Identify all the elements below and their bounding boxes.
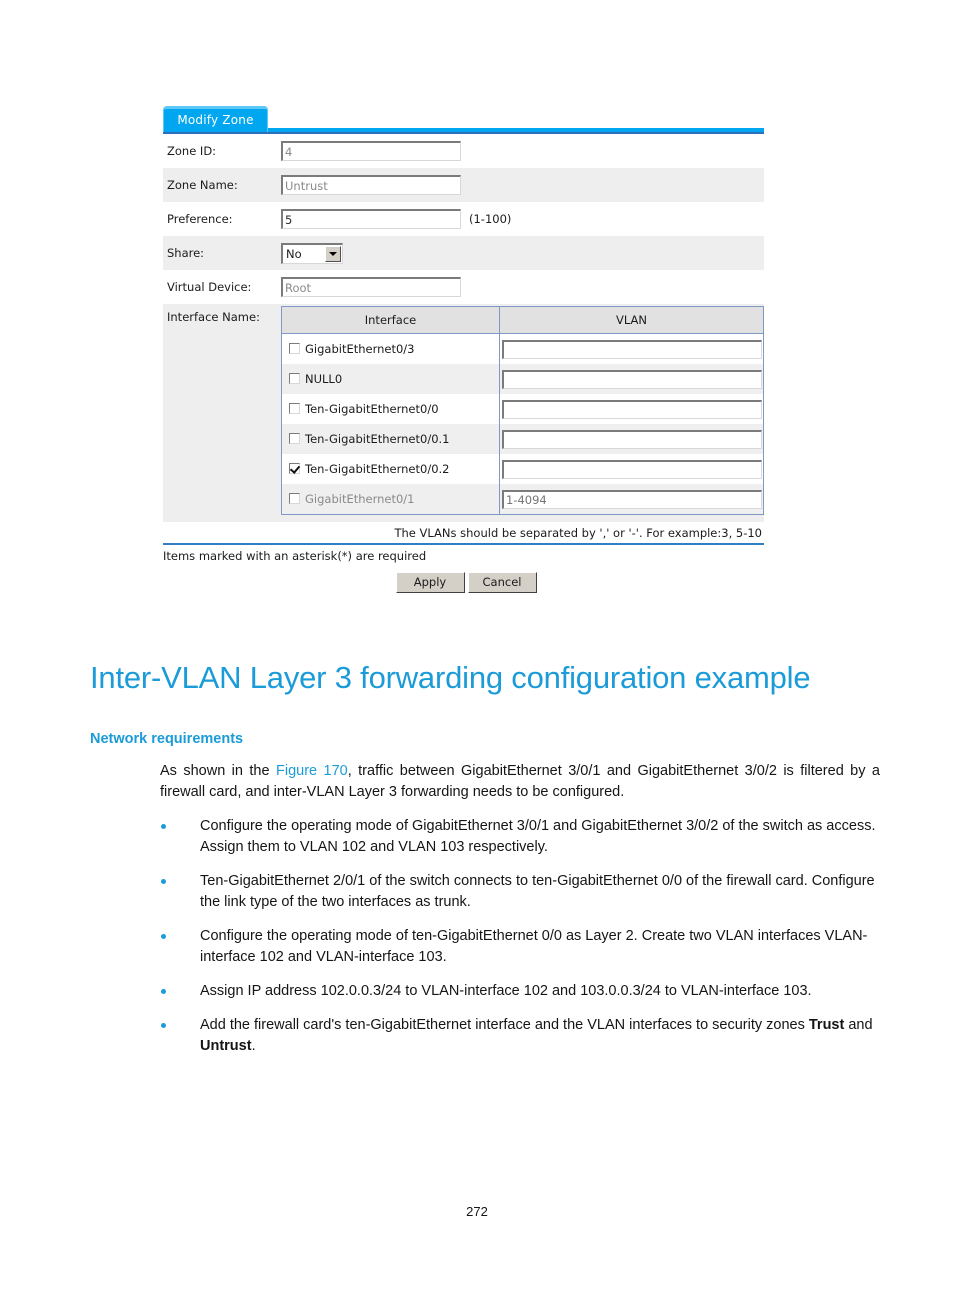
chevron-down-icon[interactable] bbox=[325, 245, 341, 262]
interface-checkbox[interactable] bbox=[289, 403, 300, 414]
table-row: GigabitEthernet0/1 bbox=[282, 484, 763, 514]
form-row-zone-id: Zone ID: bbox=[163, 134, 764, 168]
interface-name: GigabitEthernet0/1 bbox=[305, 492, 415, 506]
figure-170-link[interactable]: Figure 170 bbox=[276, 763, 348, 779]
list-item: Configure the operating mode of ten-Giga… bbox=[90, 926, 880, 968]
table-row: Ten-GigabitEthernet0/0.2 bbox=[282, 454, 763, 484]
interface-checkbox-checked[interactable] bbox=[289, 463, 300, 474]
form-row-share: Share: No bbox=[163, 236, 764, 270]
list-item-text: Add the firewall card's ten-GigabitEther… bbox=[200, 1017, 809, 1033]
list-item-text-tail: . bbox=[251, 1038, 256, 1054]
label-virtual-device: Virtual Device: bbox=[167, 280, 252, 294]
vlan-input[interactable] bbox=[502, 339, 762, 359]
form-row-zone-name: Zone Name: bbox=[163, 168, 764, 202]
table-row: NULL0 bbox=[282, 364, 763, 394]
page-number: 272 bbox=[466, 1204, 488, 1219]
list-item-text: Configure the operating mode of ten-Giga… bbox=[200, 928, 868, 965]
list-item: Add the firewall card's ten-GigabitEther… bbox=[90, 1015, 880, 1057]
list-item: Ten-GigabitEthernet 2/0/1 of the switch … bbox=[90, 871, 880, 913]
share-select-value: No bbox=[286, 246, 302, 261]
zone-name-input[interactable] bbox=[281, 175, 461, 195]
intro-text-before: As shown in the bbox=[160, 763, 276, 779]
list-item: Assign IP address 102.0.0.3/24 to VLAN-i… bbox=[90, 981, 880, 1002]
label-share: Share: bbox=[167, 246, 205, 260]
preference-input[interactable] bbox=[281, 209, 461, 229]
list-item: Configure the operating mode of GigabitE… bbox=[90, 816, 880, 858]
label-preference: Preference: bbox=[167, 212, 233, 226]
interface-name: Ten-GigabitEthernet0/0.1 bbox=[305, 432, 450, 446]
interface-checkbox[interactable] bbox=[289, 343, 300, 354]
share-select[interactable]: No bbox=[281, 242, 343, 264]
tab-strip: Modify Zone bbox=[163, 104, 764, 134]
form-row-preference: Preference: (1-100) bbox=[163, 202, 764, 236]
zone-name-untrust: Untrust bbox=[200, 1038, 252, 1054]
document-body: Inter-VLAN Layer 3 forwarding configurat… bbox=[90, 655, 880, 1070]
interface-table-body: GigabitEthernet0/3 NULL0 Ten-GigabitEthe… bbox=[282, 333, 763, 514]
apply-button[interactable]: Apply bbox=[395, 572, 465, 593]
label-zone-name: Zone Name: bbox=[167, 178, 238, 192]
preference-range-hint: (1-100) bbox=[469, 212, 512, 226]
required-fields-note: Items marked with an asterisk(*) are req… bbox=[163, 549, 427, 563]
section-heading-network-requirements: Network requirements bbox=[90, 731, 244, 747]
dialog-button-row: Apply Cancel bbox=[171, 563, 764, 593]
zone-id-input[interactable] bbox=[281, 141, 461, 161]
vlan-input[interactable] bbox=[502, 399, 762, 419]
label-zone-id: Zone ID: bbox=[167, 144, 217, 158]
label-interface-name: Interface Name: bbox=[167, 310, 260, 324]
tab-modify-zone[interactable]: Modify Zone bbox=[163, 106, 268, 132]
list-item-text: Configure the operating mode of GigabitE… bbox=[200, 818, 876, 855]
requirements-list: Configure the operating mode of GigabitE… bbox=[90, 816, 880, 1057]
form-row-interface-name: Interface Name: Interface VLAN GigabitEt… bbox=[163, 304, 764, 522]
vlan-input[interactable] bbox=[502, 459, 762, 479]
zone-name-trust: Trust bbox=[808, 1017, 845, 1033]
table-row: Ten-GigabitEthernet0/0.1 bbox=[282, 424, 763, 454]
form-row-virtual-device: Virtual Device: bbox=[163, 270, 764, 304]
interface-name: Ten-GigabitEthernet0/0 bbox=[305, 402, 439, 416]
intro-paragraph: As shown in the Figure 170, traffic betw… bbox=[160, 761, 880, 803]
virtual-device-input[interactable] bbox=[281, 277, 461, 297]
interface-table: Interface VLAN GigabitEthernet0/3 NULL0 … bbox=[281, 306, 764, 515]
zone-form: Zone ID: Zone Name: Preference: (1-100) … bbox=[163, 134, 764, 593]
column-header-vlan: VLAN bbox=[499, 307, 763, 334]
list-item-text: Ten-GigabitEthernet 2/0/1 of the switch … bbox=[200, 873, 875, 910]
interface-name: Ten-GigabitEthernet0/0.2 bbox=[305, 462, 450, 476]
list-item-text: Assign IP address 102.0.0.3/24 to VLAN-i… bbox=[200, 983, 812, 999]
interface-checkbox[interactable] bbox=[289, 433, 300, 444]
list-item-text-mid: and bbox=[844, 1017, 873, 1033]
table-row: GigabitEthernet0/3 bbox=[282, 333, 763, 364]
page-title: Inter-VLAN Layer 3 forwarding configurat… bbox=[90, 660, 811, 695]
cancel-button[interactable]: Cancel bbox=[467, 572, 537, 593]
interface-checkbox[interactable] bbox=[289, 493, 300, 504]
interface-checkbox[interactable] bbox=[289, 373, 300, 384]
table-row: Ten-GigabitEthernet0/0 bbox=[282, 394, 763, 424]
vlan-format-hint: The VLANs should be separated by ',' or … bbox=[163, 522, 764, 543]
interface-name: GigabitEthernet0/3 bbox=[305, 342, 415, 356]
vlan-input[interactable] bbox=[502, 489, 762, 509]
table-header-row: Interface VLAN bbox=[282, 307, 763, 334]
vlan-input[interactable] bbox=[502, 369, 762, 389]
vlan-input[interactable] bbox=[502, 429, 762, 449]
modify-zone-dialog: Modify Zone Zone ID: Zone Name: Preferen… bbox=[163, 104, 764, 593]
column-header-interface: Interface bbox=[282, 307, 500, 334]
interface-name: NULL0 bbox=[305, 372, 343, 386]
